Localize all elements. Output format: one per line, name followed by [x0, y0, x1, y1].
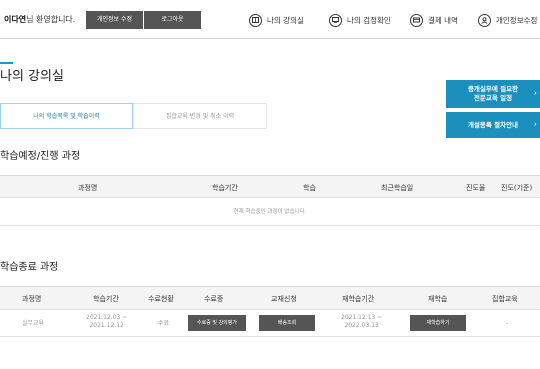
completion-status: 수료 — [158, 320, 170, 327]
period-start: 2021.12.03 ~ — [86, 314, 128, 321]
person-icon — [478, 13, 491, 27]
chevron-right-icon: › — [533, 119, 537, 129]
tab-learning-history[interactable]: 나의 학습목록 및 학습이력 — [0, 103, 133, 129]
ongoing-table-header: 과정명 학습기간 학습 최근학습일 진도율 진도(기준) — [0, 175, 540, 198]
user-name: 이다연 — [4, 15, 27, 24]
top-bar: 이다연님 환영합니다. 개인정보 수정 로그아웃 나의 강의실 나의 검정확인 … — [0, 0, 540, 39]
book-icon — [249, 13, 262, 27]
registration-guide-button[interactable]: 개설등록 절차안내 › — [446, 112, 540, 138]
button-line-2: 전문교육 일정 — [473, 94, 513, 102]
column-header: 재학습 — [428, 295, 448, 303]
welcome-message: 이다연님 환영합니다. — [4, 14, 75, 25]
nav-label: 나의 검정확인 — [347, 15, 391, 25]
nav-label: 결제 내역 — [428, 15, 458, 25]
education-schedule-button[interactable]: 중개실무에 필요한 전문교육 일정 › — [446, 80, 540, 108]
nav-label: 나의 강의실 — [267, 15, 304, 25]
completed-section-title: 학습종료 과정 — [0, 262, 59, 273]
relearn-end: 2022.03.13 — [344, 321, 379, 329]
relearn-button[interactable]: 재학습하기 — [410, 315, 466, 331]
payment-icon — [410, 13, 423, 27]
chevron-right-icon: › — [533, 88, 537, 98]
certificate-button[interactable]: 수료증 및 강의평가 — [188, 315, 246, 331]
welcome-text: 님 환영합니다. — [26, 15, 76, 24]
delivery-tracking-button[interactable]: 배송조회 — [259, 315, 315, 331]
nav-payment-history[interactable]: 결제 내역 — [410, 10, 458, 30]
column-header: 과정명 — [22, 295, 42, 303]
column-header: 학습 — [303, 184, 316, 192]
nav-my-classroom[interactable]: 나의 강의실 — [249, 10, 304, 30]
certificate-icon — [329, 13, 342, 27]
column-header: 최근학습일 — [381, 184, 414, 192]
column-header: 학습기간 — [212, 184, 238, 192]
logout-button[interactable]: 로그아웃 — [144, 11, 201, 29]
edit-profile-button[interactable]: 개인정보 수정 — [86, 11, 143, 29]
tab-group-education-history[interactable]: 집합교육 변경 및 취소 이력 — [133, 103, 267, 129]
column-header: 수료현황 — [148, 295, 174, 303]
nav-my-certification[interactable]: 나의 검정확인 — [329, 10, 391, 30]
column-header: 재학습기간 — [342, 295, 375, 303]
column-header: 과정명 — [78, 184, 98, 192]
course-name: 실무교육 — [22, 320, 45, 327]
title-accent-bar — [0, 62, 13, 64]
column-header: 교재신청 — [271, 295, 297, 303]
relearn-start: 2021.12.13 ~ — [341, 314, 383, 321]
empty-message: 현재 학습중인 과정이 없습니다. — [0, 198, 540, 226]
relearn-period: 2021.12.13 ~2022.03.13 — [341, 314, 382, 330]
group-education-value: - — [506, 320, 509, 327]
completed-table-header: 과정명 학습기간 수료현황 수료증 교재신청 재학습기간 재학습 집합교육 — [0, 286, 540, 310]
column-header: 진도(기준) — [501, 184, 533, 192]
column-header: 학습기간 — [93, 295, 119, 303]
button-label: 개설등록 절차안내 — [467, 120, 519, 129]
ongoing-section-title: 학습예정/진행 과정 — [0, 151, 81, 162]
button-line-1: 중개실무에 필요한 — [467, 85, 519, 94]
page-title: 나의 강의실 — [0, 69, 64, 84]
column-header: 집합교육 — [492, 295, 518, 303]
nav-edit-profile[interactable]: 개인정보수정 — [478, 10, 537, 30]
column-header: 수료증 — [204, 295, 224, 303]
period-end: 2021.12.12 — [89, 321, 124, 329]
column-header: 진도율 — [466, 184, 486, 192]
study-period: 2021.12.03 ~2021.12.12 — [86, 314, 127, 330]
table-row: 실무교육 2021.12.03 ~2021.12.12 수료 수료증 및 강의평… — [0, 310, 540, 337]
nav-label: 개인정보수정 — [496, 15, 538, 25]
